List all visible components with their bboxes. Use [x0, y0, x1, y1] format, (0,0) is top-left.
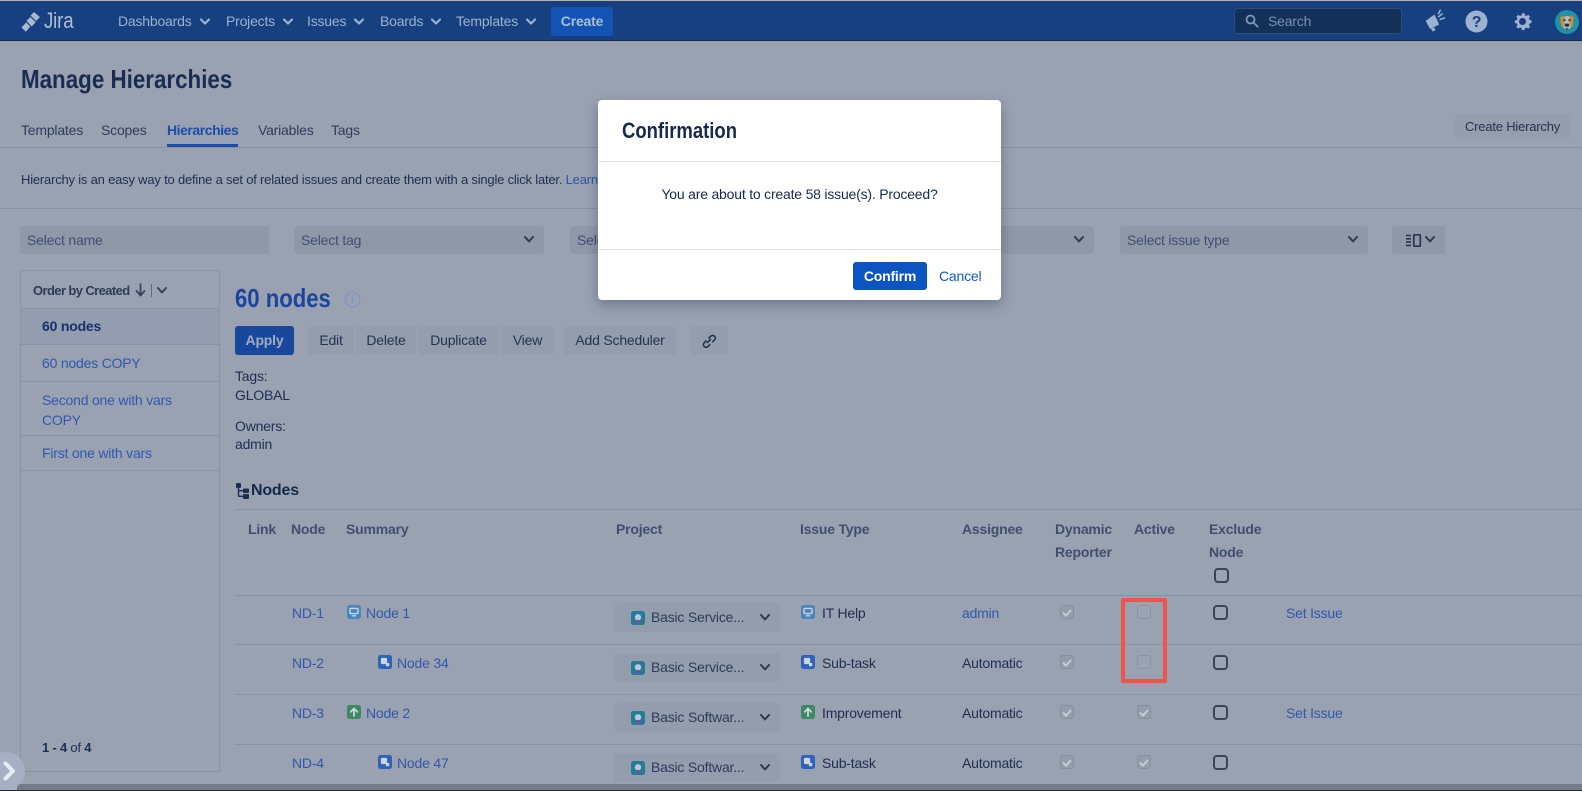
- svg-text:?: ?: [1472, 14, 1482, 31]
